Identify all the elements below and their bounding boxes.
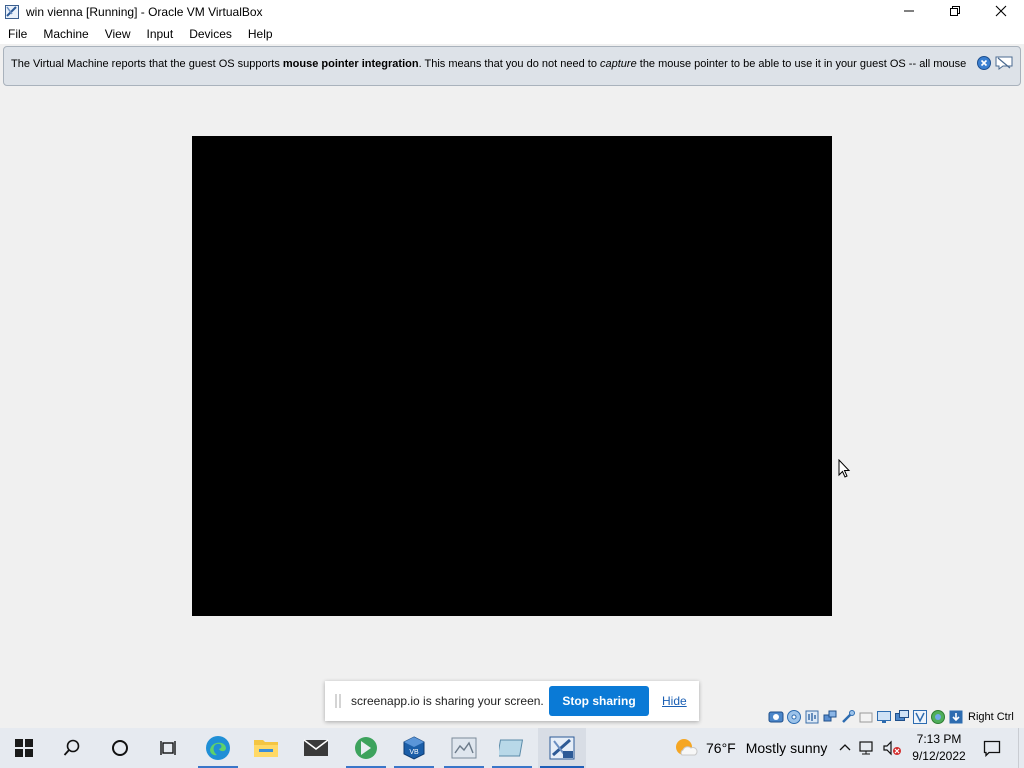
stop-sharing-button[interactable]: Stop sharing <box>549 686 649 716</box>
partly-sunny-icon <box>676 739 698 756</box>
edge-icon <box>206 736 230 760</box>
windows-logo-icon <box>15 739 33 757</box>
weather-description: Mostly sunny <box>745 740 828 756</box>
recording-icon[interactable] <box>912 709 928 725</box>
menu-input[interactable]: Input <box>139 27 182 41</box>
cortana-button[interactable] <box>96 728 144 768</box>
start-button[interactable] <box>0 728 48 768</box>
notification-center-button[interactable] <box>980 728 1004 768</box>
taskbar-edge[interactable] <box>194 728 242 768</box>
close-button[interactable] <box>978 0 1024 22</box>
video-capture-icon[interactable] <box>894 709 910 725</box>
virtualbox-vm-icon <box>5 5 19 19</box>
menu-devices[interactable]: Devices <box>181 27 240 41</box>
notice-text-pre: The Virtual Machine reports that the gue… <box>11 58 283 70</box>
notice-text-italic: capture <box>600 58 637 70</box>
svg-text:VB: VB <box>409 749 419 756</box>
taskbar-mail[interactable] <box>292 728 340 768</box>
hard-disk-icon[interactable] <box>768 709 784 725</box>
task-view-button[interactable] <box>144 728 192 768</box>
drag-handle-icon[interactable] <box>335 694 341 708</box>
taskbar-virtualbox-vm[interactable] <box>538 728 586 768</box>
menu-machine[interactable]: Machine <box>35 27 96 41</box>
window-title-bar[interactable]: win vienna [Running] - Oracle VM Virtual… <box>0 0 1024 24</box>
usb-icon[interactable] <box>840 709 856 725</box>
virtualbox-icon: VB <box>403 736 425 760</box>
internet-download-manager-icon <box>355 737 377 759</box>
system-tray <box>838 728 902 768</box>
cortana-icon <box>112 740 128 756</box>
taskbar-clock[interactable]: 7:13 PM 9/12/2022 <box>908 731 970 765</box>
network-status-icon[interactable] <box>858 740 876 756</box>
vm-status-bar: Right Ctrl <box>768 709 1014 725</box>
mouse-integration-notice: The Virtual Machine reports that the gue… <box>3 46 1021 86</box>
mouse-cursor-icon <box>838 459 851 478</box>
search-button[interactable] <box>48 728 96 768</box>
document-app-icon <box>499 739 524 757</box>
taskbar-download-manager[interactable] <box>342 728 390 768</box>
mouse-integration-icon[interactable] <box>948 709 964 725</box>
sharing-message: screenapp.io is sharing your screen. <box>351 694 544 708</box>
restore-button[interactable] <box>932 0 978 22</box>
notice-text-mid: . This means that you do not need to <box>418 58 600 70</box>
menu-help[interactable]: Help <box>240 27 281 41</box>
app-window-icon <box>451 737 477 759</box>
display-icon[interactable] <box>876 709 892 725</box>
clock-time: 7:13 PM <box>916 732 962 746</box>
taskbar-app-2[interactable] <box>488 728 536 768</box>
notice-text: The Virtual Machine reports that the gue… <box>11 58 966 70</box>
network-icon[interactable] <box>822 709 838 725</box>
cpu-icon[interactable] <box>930 709 946 725</box>
host-key-label[interactable]: Right Ctrl <box>968 711 1014 723</box>
notice-text-bold: mouse pointer integration <box>282 58 419 70</box>
taskbar-app-1[interactable] <box>440 728 488 768</box>
optical-drive-icon[interactable] <box>786 709 802 725</box>
taskbar-file-explorer[interactable] <box>242 728 290 768</box>
audio-icon[interactable] <box>804 709 820 725</box>
task-view-icon <box>160 741 176 755</box>
hide-link[interactable]: Hide <box>662 694 687 708</box>
volume-muted-icon[interactable] <box>882 740 902 756</box>
weather-temperature: 76°F <box>706 740 736 756</box>
window-title: win vienna [Running] - Oracle VM Virtual… <box>26 5 263 19</box>
close-icon <box>995 5 1007 17</box>
show-desktop-button[interactable] <box>1018 728 1024 768</box>
notice-close-icon[interactable] <box>977 56 991 70</box>
weather-widget[interactable]: 76°F Mostly sunny <box>674 728 827 768</box>
folder-icon <box>254 740 278 757</box>
chevron-up-icon[interactable] <box>838 741 852 755</box>
virtualbox-vm-window-icon <box>549 736 575 760</box>
menu-view[interactable]: View <box>97 27 139 41</box>
notification-icon <box>983 740 1001 757</box>
vm-display[interactable] <box>192 136 832 616</box>
shared-folders-icon[interactable] <box>858 709 874 725</box>
restore-icon <box>950 6 960 16</box>
clock-date: 9/12/2022 <box>912 749 966 763</box>
screen-sharing-bar: screenapp.io is sharing your screen. Sto… <box>325 681 699 721</box>
minimize-button[interactable] <box>886 0 932 22</box>
menu-bar: File Machine View Input Devices Help <box>0 24 1024 44</box>
mail-icon <box>303 739 329 756</box>
menu-file[interactable]: File <box>0 27 35 41</box>
taskbar-virtualbox[interactable]: VB <box>390 728 438 768</box>
notice-text-post: the mouse pointer to be able to use it i… <box>636 58 967 70</box>
do-not-show-again-icon[interactable] <box>995 56 1013 70</box>
search-icon <box>63 739 80 756</box>
taskbar: VB 76°F Mostly sunny 7:13 PM 9/12/2022 <box>0 728 1024 768</box>
minimize-icon <box>904 10 914 12</box>
